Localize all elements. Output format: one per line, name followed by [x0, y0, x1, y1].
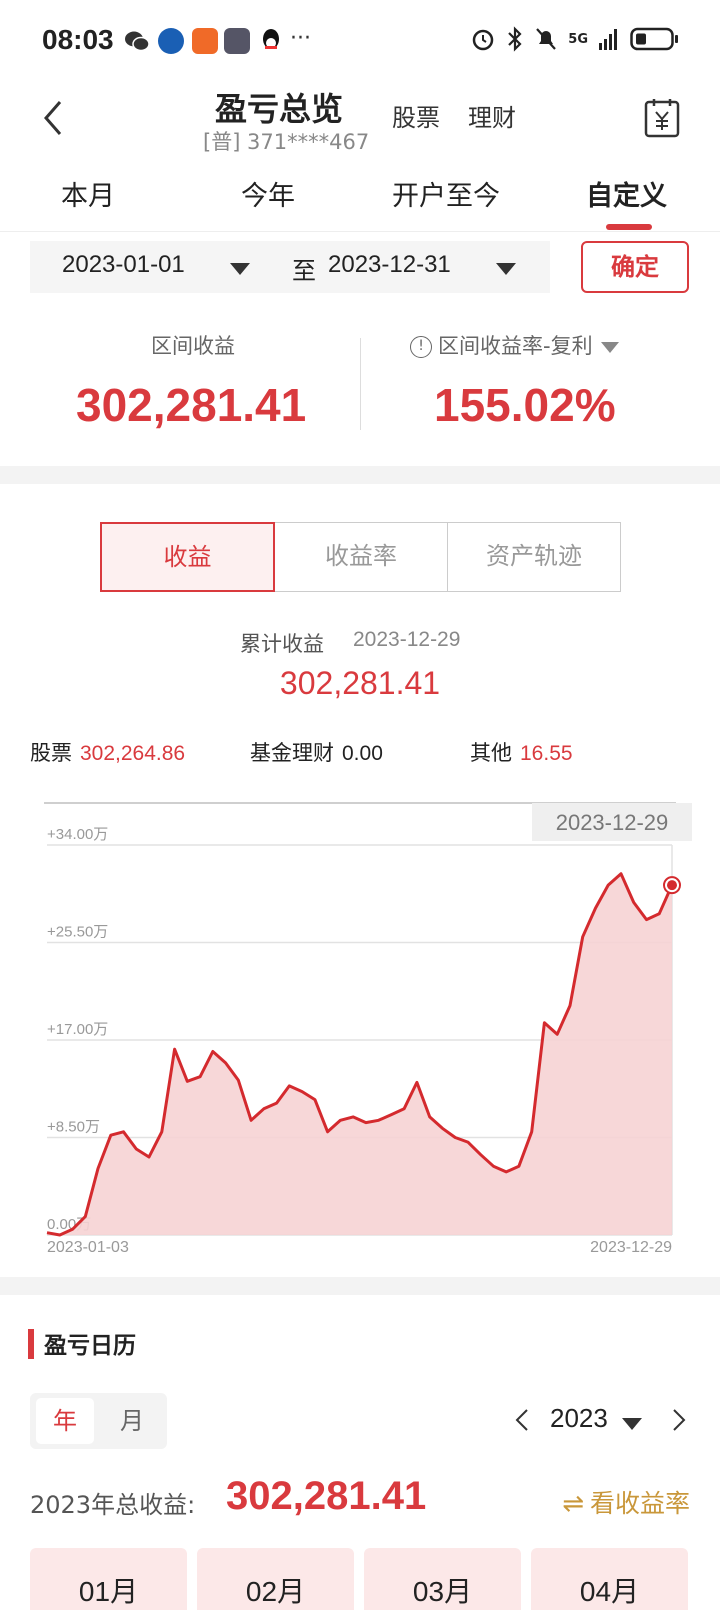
tab-custom[interactable]: 自定义	[586, 174, 667, 213]
prev-year-icon[interactable]	[515, 1408, 529, 1432]
y-tick-label: +8.50万	[47, 1119, 100, 1136]
toggle-year[interactable]: 年	[36, 1398, 94, 1444]
tab-indicator	[606, 224, 652, 230]
month-cell-jan[interactable]: 01月	[30, 1548, 187, 1610]
page-title: 盈亏总览	[215, 90, 344, 128]
interval-rate-label: 区间收益率-复利	[438, 334, 593, 358]
bluetooth-icon	[508, 26, 522, 52]
year-selector[interactable]: 2023	[550, 1403, 608, 1434]
status-time: 08:03	[42, 24, 114, 55]
period-tabs: 本月 今年 开户至今 自定义	[0, 158, 720, 232]
statement-icon[interactable]	[644, 98, 680, 138]
breakdown-fund-value: 0.00	[342, 742, 383, 765]
status-bar: 08:03 ··· 5G	[0, 0, 720, 84]
chart-tooltip-date: 2023-12-29	[556, 810, 669, 835]
back-arrow-icon[interactable]	[38, 98, 68, 138]
date-range-bar: 2023-01-01 至 2023-12-31	[30, 241, 550, 293]
month-cell-feb[interactable]: 02月	[197, 1548, 354, 1610]
breakdown-stock: 股票 302,264.86	[30, 737, 185, 767]
end-date[interactable]: 2023-12-31	[328, 251, 451, 279]
breakdown-other-label: 其他	[470, 741, 512, 765]
section-divider	[0, 466, 720, 484]
see-rate-link[interactable]: ⇌ 看收益率	[562, 1484, 690, 1520]
start-date-dropdown-icon[interactable]	[230, 263, 250, 275]
alarm-icon	[473, 29, 494, 51]
year-total-value: 302,281.41	[226, 1474, 427, 1518]
swap-icon: ⇌	[562, 1489, 584, 1519]
interval-profit-label: 区间收益	[151, 334, 235, 358]
x-axis-start-label: 2023-01-03	[47, 1239, 129, 1255]
y-tick-label: +25.50万	[47, 924, 108, 941]
selected-year: 2023	[550, 1403, 608, 1433]
section-divider-2	[0, 1277, 720, 1295]
cumulative-value: 302,281.41	[279, 665, 441, 701]
calendar-title-accent	[28, 1329, 34, 1359]
end-date-dropdown-icon[interactable]	[496, 263, 516, 275]
app-blue-icon	[158, 28, 184, 54]
year-dropdown-icon[interactable]	[622, 1418, 642, 1430]
app-orange-icon	[192, 28, 218, 54]
profit-chart-svg[interactable]: +34.00万+25.50万+17.00万+8.50万0.00万2023-12-…	[0, 795, 720, 1255]
wechat-icon	[124, 28, 150, 54]
rate-type-dropdown-icon[interactable]	[600, 341, 619, 353]
segment-rate[interactable]: 收益率	[274, 522, 448, 592]
month-cell-mar[interactable]: 03月	[364, 1548, 521, 1610]
tab-since-opening[interactable]: 开户至今	[392, 174, 500, 213]
segment-asset-trajectory[interactable]: 资产轨迹	[447, 522, 621, 592]
qq-icon	[258, 28, 284, 54]
interval-rate-value: 155.02%	[434, 379, 616, 431]
mute-bell-icon	[536, 28, 557, 50]
account-number[interactable]: [普] 371****467	[203, 126, 369, 156]
more-notifications-icon: ···	[290, 26, 311, 51]
breakdown-stock-value: 302,264.86	[80, 742, 186, 765]
tab-this-year[interactable]: 今年	[241, 174, 295, 213]
battery-icon	[630, 27, 678, 51]
year-month-toggle: 年 月	[30, 1393, 167, 1449]
cumulative-label: 累计收益	[240, 632, 324, 656]
stock-link[interactable]: 股票	[392, 98, 440, 133]
breakdown-fund-label: 基金理财	[250, 741, 334, 765]
next-year-icon[interactable]	[672, 1408, 686, 1432]
x-axis-end-label: 2023-12-29	[590, 1239, 672, 1255]
date-separator: 至	[292, 258, 316, 285]
tab-this-month[interactable]: 本月	[61, 174, 115, 213]
see-rate-label: 看收益率	[589, 1489, 690, 1518]
calendar-title: 盈亏日历	[44, 1333, 136, 1359]
header: 盈亏总览 [普] 371****467 股票 理财	[0, 84, 720, 158]
segment-profit[interactable]: 收益	[100, 522, 275, 592]
breakdown-other: 其他 16.55	[470, 737, 573, 767]
app-photo-icon	[224, 28, 250, 54]
interval-rate-label-group[interactable]: ! 区间收益率-复利	[410, 330, 619, 360]
start-date[interactable]: 2023-01-01	[62, 251, 185, 279]
breakdown-other-value: 16.55	[520, 742, 573, 765]
y-tick-label: +17.00万	[47, 1021, 108, 1038]
month-cell-apr[interactable]: 04月	[531, 1548, 688, 1610]
chart-area-fill	[47, 873, 672, 1235]
info-icon[interactable]: !	[410, 336, 432, 358]
cumulative-date: 2023-12-29	[353, 628, 461, 651]
toggle-month[interactable]: 月	[103, 1398, 161, 1444]
status-right-group: 5G	[470, 26, 680, 52]
summary-divider	[360, 338, 361, 430]
year-total-label: 2023年总收益:	[30, 1491, 196, 1519]
profit-chart[interactable]: +34.00万 +25.50万 +17.00万 +8.50万 0.00万 2023-12-…	[0, 795, 720, 1255]
interval-profit-value: 302,281.41	[76, 379, 307, 431]
breakdown-stock-label: 股票	[30, 741, 72, 765]
signal-icon	[599, 29, 617, 50]
chart-endpoint-dot	[667, 880, 677, 891]
network-type: 5G	[568, 31, 588, 47]
breakdown-fund: 基金理财 0.00	[250, 737, 383, 767]
y-tick-label: +34.00万	[47, 826, 108, 843]
wealth-link[interactable]: 理财	[468, 98, 516, 133]
confirm-button[interactable]: 确定	[581, 241, 689, 293]
